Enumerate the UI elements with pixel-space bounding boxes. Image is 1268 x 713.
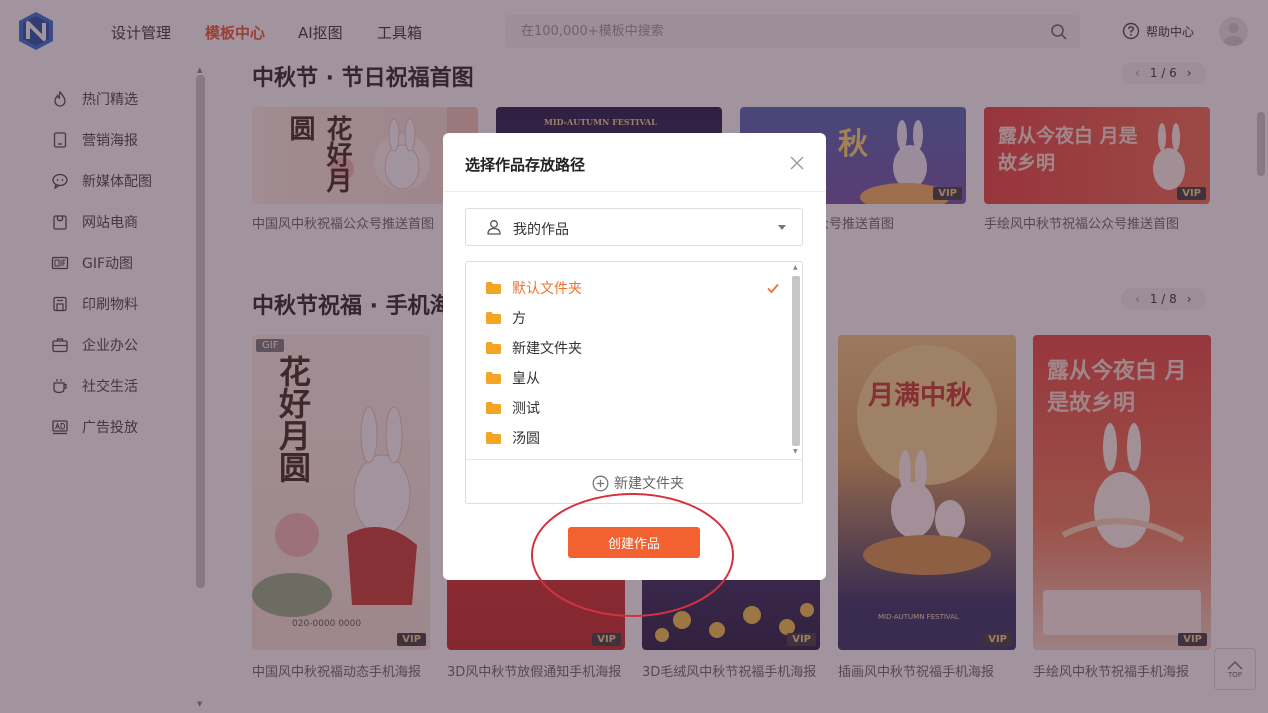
dialog-divider: [443, 191, 826, 192]
folder-icon: [486, 402, 501, 414]
folder-item-label: 汤圆: [512, 431, 540, 447]
folder-item-label: 方: [512, 311, 526, 327]
folder-icon: [486, 432, 501, 444]
folder-item-test[interactable]: 测试: [486, 398, 540, 418]
close-icon[interactable]: [789, 155, 805, 171]
folder-item-label: 默认文件夹: [512, 281, 582, 297]
folder-item-label: 测试: [512, 401, 540, 417]
new-folder-label: 新建文件夹: [614, 476, 684, 492]
chevron-down-icon: [778, 225, 786, 230]
location-select-value: 我的作品: [513, 222, 569, 238]
folder-icon: [486, 312, 501, 324]
folder-list: 默认文件夹 方 新建文件夹 皇从 测试 汤圆 ▲ ▼ 新建文件夹: [465, 261, 803, 504]
folder-icon: [486, 372, 501, 384]
scroll-up-arrow-icon[interactable]: ▲: [793, 264, 798, 271]
dialog-title: 选择作品存放路径: [465, 156, 586, 174]
highlight-annotation: [531, 493, 734, 617]
folder-item-fang[interactable]: 方: [486, 308, 526, 328]
new-folder-button[interactable]: 新建文件夹: [592, 473, 684, 493]
folder-item-new[interactable]: 新建文件夹: [486, 338, 582, 358]
folder-item-label: 皇从: [512, 371, 540, 387]
check-icon: [767, 283, 779, 294]
plus-circle-icon: [592, 475, 609, 491]
scroll-down-arrow-icon[interactable]: ▼: [793, 448, 798, 455]
location-select[interactable]: 我的作品: [465, 208, 803, 246]
folder-item-huangcong[interactable]: 皇从: [486, 368, 540, 388]
folder-icon: [486, 282, 501, 294]
user-icon: [487, 220, 501, 235]
folder-list-scrollbar[interactable]: [792, 276, 800, 446]
folder-icon: [486, 342, 501, 354]
folder-item-default[interactable]: 默认文件夹: [486, 278, 582, 298]
folder-item-label: 新建文件夹: [512, 341, 582, 357]
folder-item-tangyuan[interactable]: 汤圆: [486, 428, 540, 448]
folder-list-divider: [466, 459, 802, 460]
